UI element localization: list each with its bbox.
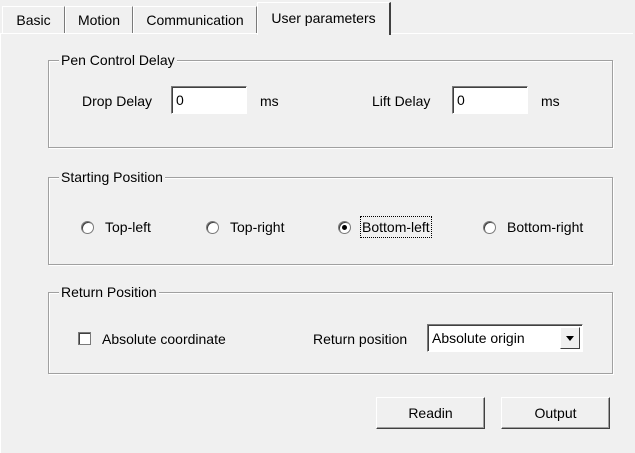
chevron-down-icon [566, 336, 574, 341]
tab-basic[interactable]: Basic [2, 6, 65, 33]
radio-top-left[interactable] [81, 221, 94, 234]
pen-control-delay-group: Pen Control Delay Drop Delay ms Lift Del… [48, 51, 613, 148]
tab-panel: Pen Control Delay Drop Delay ms Lift Del… [0, 33, 633, 453]
return-position-group: Return Position Absolute coordinate Retu… [48, 283, 613, 374]
radio-top-right[interactable] [206, 221, 219, 234]
dropdown-arrow-button[interactable] [560, 327, 580, 349]
return-position-label: Return position [313, 331, 408, 347]
tab-motion[interactable]: Motion [65, 6, 133, 33]
drop-delay-unit: ms [260, 93, 279, 109]
radio-top-right-label[interactable]: Top-right [230, 218, 284, 236]
lift-delay-unit: ms [541, 93, 560, 109]
tab-user-parameters[interactable]: User parameters [257, 2, 391, 35]
radio-bottom-left-label[interactable]: Bottom-left [360, 216, 432, 238]
pen-control-delay-title: Pen Control Delay [59, 51, 177, 69]
readin-button[interactable]: Readin [376, 397, 485, 429]
radio-selected-dot [342, 225, 347, 230]
return-position-dropdown[interactable]: Absolute origin [427, 324, 583, 352]
radio-bottom-right-label[interactable]: Bottom-right [507, 218, 583, 236]
drop-delay-label: Drop Delay [82, 93, 153, 109]
radio-bottom-right[interactable] [483, 221, 496, 234]
return-position-value: Absolute origin [432, 330, 525, 346]
absolute-coordinate-label[interactable]: Absolute coordinate [102, 330, 226, 348]
return-position-title: Return Position [59, 283, 159, 301]
lift-delay-label: Lift Delay [372, 93, 431, 109]
radio-top-left-label[interactable]: Top-left [105, 218, 151, 236]
output-button[interactable]: Output [501, 397, 610, 429]
tab-strip: Basic Motion Communication User paramete… [0, 0, 635, 35]
lift-delay-input[interactable] [452, 86, 528, 114]
tab-communication[interactable]: Communication [133, 6, 257, 33]
absolute-coordinate-checkbox[interactable] [78, 332, 91, 345]
drop-delay-input[interactable] [171, 86, 247, 114]
radio-bottom-left[interactable] [338, 221, 351, 234]
starting-position-title: Starting Position [59, 168, 165, 186]
starting-position-group: Starting Position Top-left Top-right Bot… [48, 168, 613, 265]
